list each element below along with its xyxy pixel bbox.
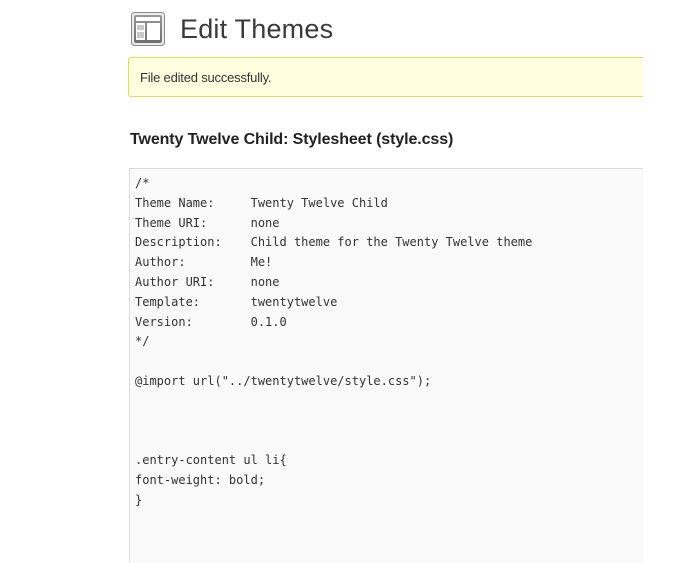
page-header: Edit Themes [131, 12, 333, 46]
success-notice: File edited successfully. [128, 57, 643, 97]
theme-code-editor[interactable]: /* Theme Name: Twenty Twelve Child Theme… [129, 168, 643, 563]
edit-themes-page: Edit Themes File edited successfully. Tw… [0, 0, 700, 563]
file-name: (style.css) [376, 131, 454, 148]
theme-file-title: Twenty Twelve Child: Stylesheet [130, 131, 372, 148]
appearance-icon [131, 12, 165, 46]
notice-message: File edited successfully. [140, 70, 272, 85]
file-heading: Twenty Twelve Child: Stylesheet (style.c… [130, 131, 453, 149]
page-title: Edit Themes [180, 14, 334, 44]
